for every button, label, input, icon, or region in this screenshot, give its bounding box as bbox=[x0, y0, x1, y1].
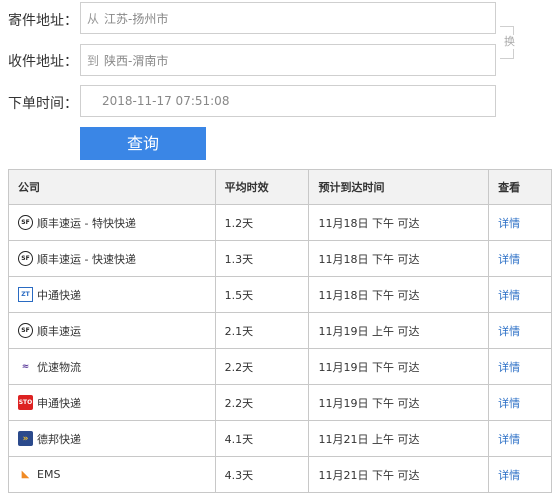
company-cell: ≈ 优速物流 bbox=[8, 348, 216, 385]
table-row: STO 申通快递 2.2天 11月19日 下午 可达 详情 bbox=[8, 384, 552, 421]
order-time-value: 2018-11-17 07:51:08 bbox=[102, 94, 230, 108]
company-cell: SF 顺丰速运 - 特快快递 bbox=[8, 204, 216, 241]
detail-link[interactable]: 详情 bbox=[498, 361, 520, 374]
sf-logo-icon: SF bbox=[18, 323, 33, 338]
company-cell: ◣ EMS bbox=[8, 456, 216, 493]
yunda-logo-icon: ≈ bbox=[21, 361, 30, 372]
zto-logo-icon: ZT bbox=[18, 287, 33, 302]
receiver-address-label: 收件地址： bbox=[8, 54, 78, 70]
avg-time-cell: 1.3天 bbox=[214, 240, 310, 277]
view-cell: 详情 bbox=[488, 420, 552, 457]
company-name: 德邦快递 bbox=[37, 432, 81, 446]
detail-link[interactable]: 详情 bbox=[498, 397, 520, 410]
avg-time-cell: 2.1天 bbox=[214, 312, 310, 349]
sf-logo-icon: SF bbox=[18, 251, 33, 266]
receiver-prefix: 到 bbox=[87, 53, 100, 68]
eta-cell: 11月19日 下午 可达 bbox=[308, 348, 490, 385]
order-time-input[interactable]: 2018-11-17 07:51:08 bbox=[80, 85, 496, 117]
view-cell: 详情 bbox=[488, 348, 552, 385]
column-header-eta: 预计到达时间 bbox=[308, 169, 490, 205]
detail-link[interactable]: 详情 bbox=[498, 217, 520, 230]
detail-link[interactable]: 详情 bbox=[498, 253, 520, 266]
column-header-company: 公司 bbox=[8, 169, 216, 205]
view-cell: 详情 bbox=[488, 276, 552, 313]
detail-link[interactable]: 详情 bbox=[498, 325, 520, 338]
ems-logo-icon: ◣ bbox=[21, 469, 30, 480]
view-cell: 详情 bbox=[488, 312, 552, 349]
company-cell: SF 顺丰速运 bbox=[8, 312, 216, 349]
avg-time-cell: 4.3天 bbox=[214, 456, 310, 493]
company-name: EMS bbox=[37, 468, 61, 481]
eta-cell: 11月21日 下午 可达 bbox=[308, 456, 490, 493]
sender-address-label: 寄件地址： bbox=[8, 13, 78, 29]
company-name: 顺丰速运 bbox=[37, 324, 81, 338]
deppon-logo-icon: » bbox=[18, 431, 33, 446]
company-name: 中通快递 bbox=[37, 288, 81, 302]
eta-cell: 11月19日 上午 可达 bbox=[308, 312, 490, 349]
view-cell: 详情 bbox=[488, 240, 552, 277]
company-name: 申通快递 bbox=[37, 396, 81, 410]
view-cell: 详情 bbox=[488, 456, 552, 493]
company-cell: SF 顺丰速运 - 快速快递 bbox=[8, 240, 216, 277]
table-row: SF 顺丰速运 - 特快快递 1.2天 11月18日 下午 可达 详情 bbox=[8, 204, 552, 241]
view-cell: 详情 bbox=[488, 204, 552, 241]
detail-link[interactable]: 详情 bbox=[498, 289, 520, 302]
eta-cell: 11月21日 上午 可达 bbox=[308, 420, 490, 457]
sto-logo-icon: STO bbox=[18, 395, 33, 410]
receiver-address-value: 陕西-渭南市 bbox=[104, 53, 169, 68]
order-time-label: 下单时间： bbox=[8, 96, 78, 112]
result-table: 公司 平均时效 预计到达时间 查看 SF 顺丰速运 - 特快快递 1.2天 11月18… bbox=[8, 169, 552, 493]
eta-cell: 11月18日 下午 可达 bbox=[308, 204, 490, 241]
table-row: » 德邦快递 4.1天 11月21日 上午 可达 详情 bbox=[8, 420, 552, 457]
eta-cell: 11月18日 下午 可达 bbox=[308, 240, 490, 277]
avg-time-cell: 2.2天 bbox=[214, 348, 310, 385]
detail-link[interactable]: 详情 bbox=[498, 469, 520, 482]
table-row: ◣ EMS 4.3天 11月21日 下午 可达 详情 bbox=[8, 456, 552, 493]
avg-time-cell: 1.2天 bbox=[214, 204, 310, 241]
company-name: 顺丰速运 - 特快快递 bbox=[37, 216, 136, 230]
table-row: SF 顺丰速运 2.1天 11月19日 上午 可达 详情 bbox=[8, 312, 552, 349]
company-cell: STO 申通快递 bbox=[8, 384, 216, 421]
sender-address-input[interactable]: 从 江苏-扬州市 bbox=[80, 2, 496, 34]
table-row: ZT 中通快递 1.5天 11月18日 下午 可达 详情 bbox=[8, 276, 552, 313]
company-cell: » 德邦快递 bbox=[8, 420, 216, 457]
company-name: 顺丰速运 - 快速快递 bbox=[37, 252, 136, 266]
avg-time-cell: 2.2天 bbox=[214, 384, 310, 421]
detail-link[interactable]: 详情 bbox=[498, 433, 520, 446]
sender-prefix: 从 bbox=[87, 11, 100, 26]
table-header-row: 公司 平均时效 预计到达时间 查看 bbox=[8, 169, 552, 205]
sf-logo-icon: SF bbox=[18, 215, 33, 230]
query-button[interactable]: 查询 bbox=[80, 127, 206, 160]
avg-time-cell: 1.5天 bbox=[214, 276, 310, 313]
table-row: SF 顺丰速运 - 快速快递 1.3天 11月18日 下午 可达 详情 bbox=[8, 240, 552, 277]
swap-button[interactable]: 换 bbox=[504, 35, 515, 49]
receiver-address-input[interactable]: 到 陕西-渭南市 bbox=[80, 44, 496, 76]
column-header-avg-time: 平均时效 bbox=[214, 169, 310, 205]
column-header-view: 查看 bbox=[488, 169, 552, 205]
eta-cell: 11月18日 下午 可达 bbox=[308, 276, 490, 313]
table-row: ≈ 优速物流 2.2天 11月19日 下午 可达 详情 bbox=[8, 348, 552, 385]
eta-cell: 11月19日 下午 可达 bbox=[308, 384, 490, 421]
avg-time-cell: 4.1天 bbox=[214, 420, 310, 457]
company-name: 优速物流 bbox=[37, 360, 81, 374]
company-cell: ZT 中通快递 bbox=[8, 276, 216, 313]
view-cell: 详情 bbox=[488, 384, 552, 421]
sender-address-value: 江苏-扬州市 bbox=[104, 11, 169, 26]
